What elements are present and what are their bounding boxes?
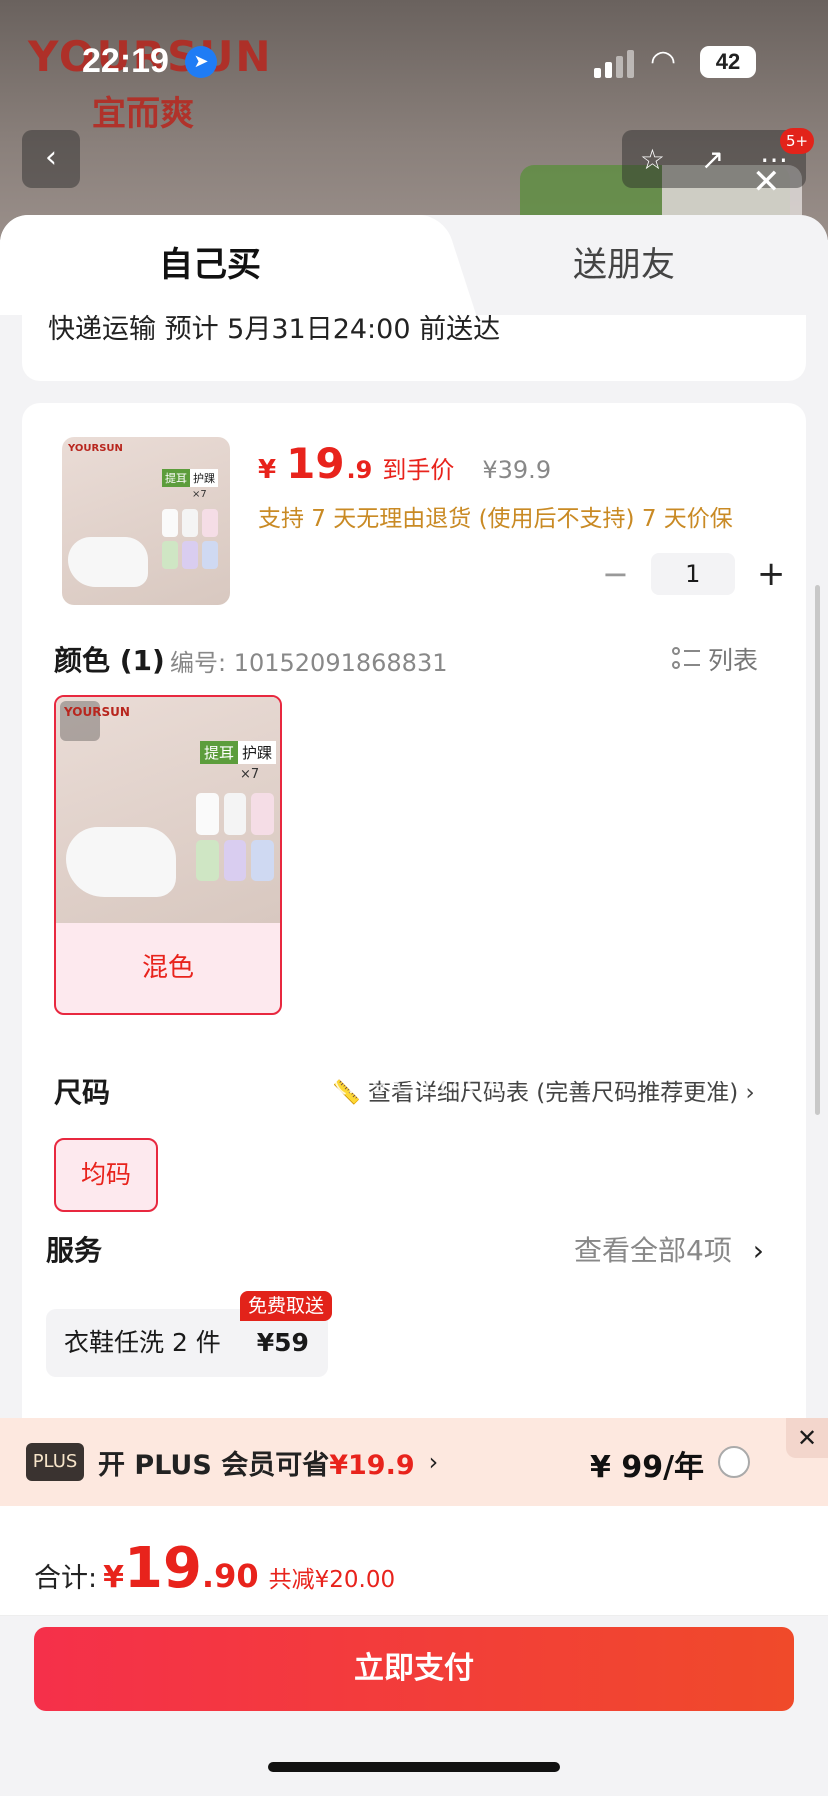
thumb-sock — [68, 537, 148, 587]
price-row: ¥ 19 .9 到手价 ¥39.9 — [258, 439, 551, 488]
quantity-stepper: − 1 + — [602, 553, 785, 595]
price-currency: ¥ — [258, 455, 277, 485]
thumb-brand: YOURSUN — [68, 443, 123, 454]
increase-button[interactable]: + — [757, 554, 786, 594]
total-decimal: .90 — [201, 1557, 259, 1595]
thumb-sock-set — [162, 509, 218, 569]
plus-price: ¥ 99/年 — [590, 1450, 705, 1485]
original-price: ¥39.9 — [482, 456, 552, 484]
pay-now-button[interactable]: 立即支付 — [34, 1627, 794, 1711]
variant-brand: YOURSUN — [64, 705, 130, 719]
service-price: ¥59 — [256, 1328, 309, 1357]
variant-image: YOURSUN 提耳 护踝 ×7 — [56, 697, 280, 923]
plus-save-amount: ¥19.9 — [329, 1449, 415, 1481]
scrollbar[interactable] — [815, 585, 820, 1115]
total-currency: ¥ — [103, 1560, 124, 1595]
battery-icon: 42 — [700, 46, 756, 78]
close-sheet-button[interactable]: ✕ — [752, 162, 781, 202]
chevron-right-icon: › — [428, 1448, 439, 1476]
wifi-icon: ◠ — [650, 44, 677, 79]
color-title: 颜色 (1) — [54, 644, 165, 677]
total-row: 合计: ¥ 19 .90 共减¥20.00 — [0, 1506, 828, 1616]
size-option[interactable]: 均码 — [54, 1138, 158, 1212]
variant-sock-set — [196, 793, 274, 881]
service-badge: 免费取送 — [240, 1291, 333, 1321]
shipping-text: 快递运输 预计 5月31日24:00 前送达 — [48, 314, 501, 345]
quantity-value[interactable]: 1 — [650, 553, 735, 595]
back-button[interactable]: ‹ — [22, 130, 80, 188]
service-view-all-label: 查看全部4项 — [574, 1234, 732, 1267]
service-name: 衣鞋任洗 2 件 — [64, 1328, 221, 1357]
product-card: YOURSUN 提耳 护踝 ×7 ¥ 19 .9 到手价 ¥39.9 支持 7 天… — [22, 403, 806, 1503]
tab-buy-self-label: 自己买 — [159, 245, 261, 285]
plus-membership-bar[interactable]: PLUS 开 PLUS 会员可省¥19.9 › ¥ 99/年 ✕ — [0, 1418, 828, 1506]
tab-buy-self[interactable]: 自己买 — [0, 215, 420, 315]
home-indicator[interactable] — [268, 1762, 560, 1772]
watermark: 慢星人.6933114OA — [272, 1070, 503, 1099]
plus-close-button[interactable]: ✕ — [786, 1418, 828, 1458]
plus-select-radio[interactable] — [718, 1446, 750, 1478]
list-view-toggle[interactable]: 列表 — [672, 641, 758, 677]
variant-label: 混色 — [141, 953, 194, 983]
location-arrow-icon: ➤ — [185, 46, 217, 78]
status-time: 22:19 — [82, 42, 169, 80]
variant-tag: 提耳 护踝 — [200, 741, 277, 764]
variant-count: ×7 — [240, 767, 260, 782]
sku-number: 编号: 10152091868831 — [170, 649, 448, 677]
chevron-right-icon: › — [752, 1234, 764, 1267]
product-thumbnail[interactable]: YOURSUN 提耳 护踝 ×7 — [62, 437, 230, 605]
thumb-tag: 提耳 护踝 — [162, 469, 218, 487]
thumb-count: ×7 — [192, 489, 207, 500]
star-icon[interactable]: ☆ — [640, 143, 665, 176]
plus-promo-text: 开 PLUS 会员可省¥19.9 — [98, 1449, 415, 1481]
tab-send-friend[interactable]: 送朋友 — [420, 215, 828, 315]
color-variant-option[interactable]: YOURSUN 提耳 护踝 ×7 混色 — [54, 695, 282, 1015]
price-integer: 19 — [286, 439, 345, 488]
list-label: 列表 — [708, 646, 759, 675]
share-icon[interactable]: ↗ — [701, 143, 724, 176]
price-description: 到手价 — [382, 456, 455, 484]
cellular-signal-icon — [594, 48, 634, 78]
shipping-card: 快递运输 预计 5月31日24:00 前送达 — [22, 315, 806, 381]
list-icon — [672, 645, 700, 673]
status-bar: 22:19 ➤ ◠ 42 — [0, 0, 828, 120]
total-saved: 共减¥20.00 — [268, 1567, 396, 1593]
chevron-right-icon: › — [745, 1080, 755, 1106]
variant-sock — [66, 827, 176, 897]
service-view-all[interactable]: 查看全部4项 › — [574, 1229, 764, 1269]
purchase-tabs: 送朋友 自己买 — [0, 215, 828, 315]
decrease-button[interactable]: − — [602, 555, 629, 593]
service-title: 服务 — [46, 1234, 103, 1267]
return-policy: 支持 7 天无理由退货 (使用后不支持) 7 天价保 — [258, 506, 733, 532]
sheet-content: 快递运输 预计 5月31日24:00 前送达 YOURSUN 提耳 护踝 ×7 ¥… — [0, 315, 828, 1503]
price-decimal: .9 — [346, 456, 373, 484]
chevron-left-icon: ‹ — [45, 140, 57, 175]
plus-badge: PLUS — [26, 1443, 84, 1481]
total-label: 合计: — [34, 1563, 98, 1594]
total-integer: 19 — [123, 1536, 202, 1601]
cart-badge: 5+ — [780, 128, 814, 154]
size-title: 尺码 — [54, 1076, 111, 1109]
